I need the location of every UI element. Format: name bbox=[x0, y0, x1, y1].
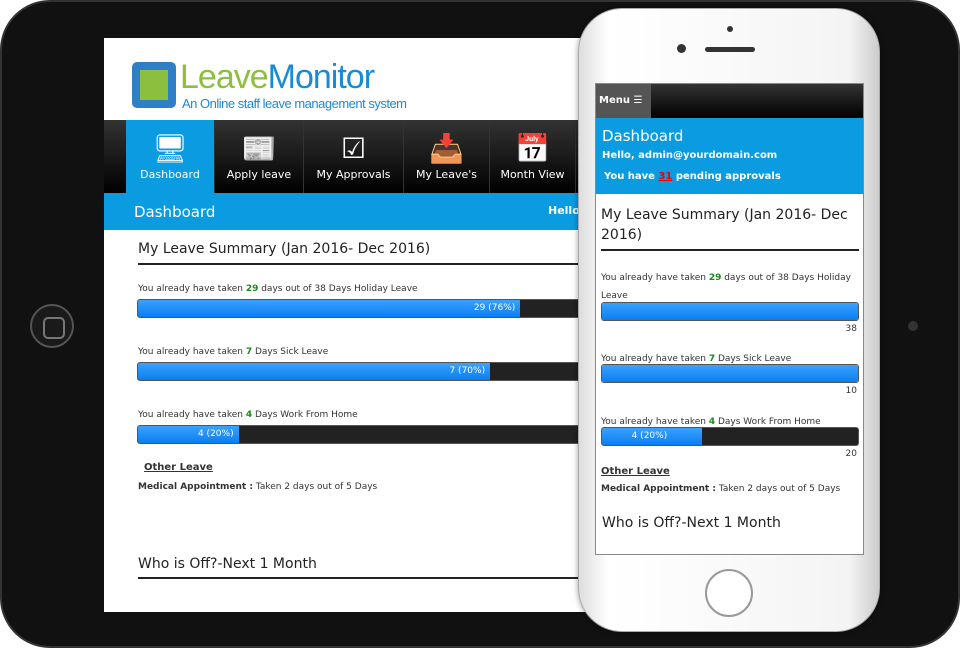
whos-off-title: Who is Off?-Next 1 Month bbox=[602, 515, 781, 531]
tablet-home-button bbox=[30, 304, 74, 348]
phone-home-button bbox=[705, 569, 753, 617]
menu-button[interactable]: Menu ☰ bbox=[596, 84, 651, 118]
leave-progress-bar bbox=[601, 302, 859, 321]
other-leave-link[interactable]: Other Leave bbox=[601, 466, 670, 477]
monitor-icon: 🖥 bbox=[152, 132, 188, 165]
tab-dashboard[interactable]: 🖥 Dashboard bbox=[126, 120, 215, 193]
phone-camera bbox=[677, 44, 686, 53]
tab-my-leaves[interactable]: 📥 My Leave's bbox=[404, 120, 490, 193]
phone-menu-bar: Menu ☰ bbox=[596, 84, 863, 118]
tablet-screen: LeaveMonitor An Online staff leave manag… bbox=[104, 38, 604, 612]
logo-tagline: An Online staff leave management system bbox=[182, 96, 407, 111]
phone-sensor bbox=[727, 26, 733, 32]
calendar-icon: 📅 bbox=[515, 132, 550, 165]
divider bbox=[138, 577, 604, 579]
leave-total: 38 bbox=[845, 324, 857, 334]
progress-fill: 4 (20%) bbox=[602, 428, 702, 445]
tab-apply-leave[interactable]: 📰 Apply leave bbox=[215, 120, 304, 193]
medical-appointment: Medical Appointment : Taken 2 days out o… bbox=[601, 484, 841, 494]
leave-label: You already have taken 29 days out of 38… bbox=[138, 284, 418, 294]
page-title: Dashboard bbox=[134, 203, 216, 221]
page-title: Dashboard bbox=[602, 127, 684, 145]
phone-screen: Menu ☰ Dashboard Hello, admin@yourdomain… bbox=[595, 83, 864, 555]
logo[interactable]: LeaveMonitor An Online staff leave manag… bbox=[132, 44, 432, 114]
other-leave-link[interactable]: Other Leave bbox=[144, 462, 213, 473]
leave-label: You already have taken 7 Days Sick Leave bbox=[138, 347, 329, 357]
logo-title: LeaveMonitor bbox=[180, 58, 375, 96]
leave-progress-bar bbox=[601, 364, 859, 383]
phone-header: Dashboard Hello, admin@yourdomain.com Yo… bbox=[596, 118, 863, 194]
greeting: Hello, admin@yourdomain.com bbox=[602, 150, 778, 161]
tv-logo-icon bbox=[132, 62, 176, 108]
leave-summary-title: My Leave Summary (Jan 2016- Dec 2016) bbox=[601, 207, 848, 243]
leave-summary-title: My Leave Summary (Jan 2016- Dec 2016) bbox=[138, 241, 431, 257]
leave-label: You already have taken 29 days out of 38… bbox=[601, 273, 851, 301]
whos-off-title: Who is Off?-Next 1 Month bbox=[138, 556, 317, 572]
progress-fill: 4 (20%) bbox=[138, 426, 239, 443]
leave-progress-bar: 7 (70%) bbox=[137, 362, 604, 381]
tab-my-approvals[interactable]: ☑ My Approvals bbox=[304, 120, 404, 193]
leave-label: You already have taken 4 Days Work From … bbox=[138, 410, 358, 420]
tab-month-view[interactable]: 📅 Month View bbox=[490, 120, 576, 193]
checkbox-icon: ☑ bbox=[340, 132, 367, 165]
leave-progress-bar: 4 (20%) bbox=[601, 427, 859, 446]
pending-count-link[interactable]: 31 bbox=[658, 171, 672, 182]
medical-appointment: Medical Appointment : Taken 2 days out o… bbox=[138, 482, 378, 492]
progress-fill: 29 (76%) bbox=[138, 300, 521, 317]
divider bbox=[601, 249, 859, 251]
inbox-icon: 📥 bbox=[429, 132, 464, 165]
divider bbox=[138, 263, 604, 265]
newspaper-icon: 📰 bbox=[241, 132, 277, 165]
leave-total: 20 bbox=[845, 449, 857, 459]
progress-fill bbox=[602, 303, 858, 320]
progress-fill bbox=[602, 365, 858, 382]
tablet-camera bbox=[908, 321, 918, 331]
progress-fill: 7 (70%) bbox=[138, 363, 491, 380]
leave-progress-bar: 29 (76%) bbox=[137, 299, 604, 318]
hamburger-icon: ☰ bbox=[633, 95, 643, 106]
pending-approvals: You have 31 pending approvals bbox=[604, 171, 781, 182]
leave-total: 10 bbox=[845, 386, 857, 396]
phone-speaker bbox=[705, 47, 755, 52]
main-nav: 🖥 Dashboard 📰 Apply leave ☑ My Approvals 📥 M… bbox=[104, 120, 604, 193]
leave-progress-bar: 4 (20%) bbox=[137, 425, 604, 444]
page-header: Dashboard Hello, bbox=[104, 193, 604, 230]
